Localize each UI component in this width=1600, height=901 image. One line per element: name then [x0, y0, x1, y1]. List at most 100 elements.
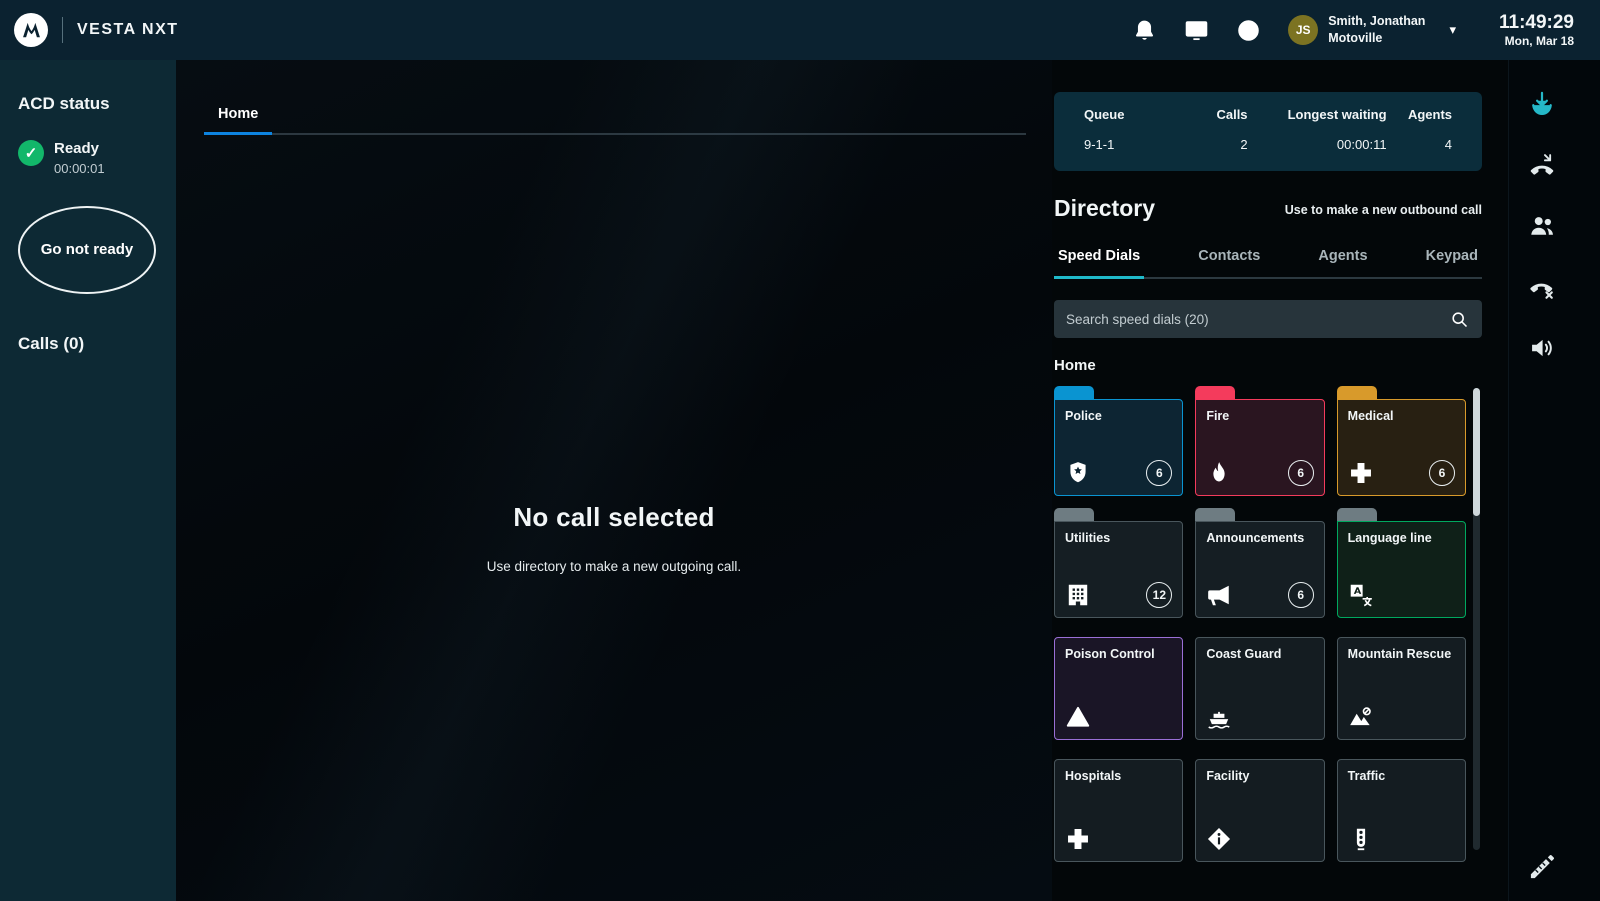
search-icon[interactable] [1449, 309, 1470, 330]
folder-body: Announcements 6 [1195, 521, 1324, 618]
chevron-down-icon[interactable]: ▾ [1449, 22, 1456, 38]
megaphone-icon [1206, 582, 1232, 608]
top-bar: VESTA NXT JS Smith, Jonathan Motoville ▾… [0, 0, 1600, 60]
empty-state-subtitle: Use directory to make a new outgoing cal… [176, 559, 1052, 574]
folder-footer: 12 [1065, 582, 1172, 608]
folder-footer [1206, 826, 1313, 852]
folder-tab [1337, 386, 1377, 399]
vesta-nxt-app: VESTA NXT JS Smith, Jonathan Motoville ▾… [0, 0, 1600, 901]
directory-tab-speed-dials[interactable]: Speed Dials [1054, 248, 1144, 279]
clock: 11:49:29 Mon, Mar 18 [1499, 11, 1574, 50]
folder-count-badge: 6 [1146, 460, 1172, 486]
top-bar-actions: JS Smith, Jonathan Motoville ▾ 11:49:29 … [1132, 11, 1574, 50]
folder-label: Fire [1206, 409, 1313, 423]
calls-section-title: Calls (0) [18, 334, 158, 354]
building-icon [1065, 582, 1091, 608]
folder-body: Traffic [1337, 759, 1466, 862]
translate-icon [1348, 582, 1374, 608]
agents-queue-button[interactable] [1528, 212, 1556, 240]
line-annotate-button[interactable] [1528, 853, 1556, 881]
brand-divider [62, 17, 63, 43]
folder-footer [1065, 826, 1172, 852]
queue-summary-card: QueueCallsLongest waitingAgents 9-1-1200… [1054, 92, 1482, 171]
workstation-monitor-icon[interactable] [1184, 18, 1209, 43]
medical-cross-icon [1348, 460, 1374, 486]
facility-diamond-icon [1206, 826, 1232, 852]
acd-state: Ready [54, 140, 105, 157]
folder-footer: 6 [1206, 582, 1313, 608]
user-menu[interactable]: JS Smith, Jonathan Motoville ▾ [1288, 13, 1456, 48]
folder-label: Hospitals [1065, 769, 1172, 783]
speed-dial-folder-medical[interactable]: Medical6 [1337, 386, 1466, 496]
call-answer-button[interactable] [1528, 90, 1556, 118]
folder-label: Coast Guard [1206, 647, 1313, 661]
police-badge-icon [1065, 460, 1091, 486]
directory-tab-keypad[interactable]: Keypad [1422, 248, 1482, 277]
folder-label: Facility [1206, 769, 1313, 783]
folder-footer [1348, 582, 1455, 608]
speed-dial-folder-fire[interactable]: Fire 6 [1195, 386, 1324, 496]
clock-time: 11:49:29 [1499, 11, 1574, 35]
folder-tab [1054, 386, 1094, 399]
volume-button[interactable] [1528, 334, 1556, 362]
folder-tab [1054, 508, 1094, 521]
queue-column-header: Agents [1387, 107, 1452, 122]
folder-count-badge: 6 [1429, 460, 1455, 486]
app-title: VESTA NXT [77, 21, 179, 39]
speed-dial-folder-police[interactable]: Police 6 [1054, 386, 1183, 496]
folder-body: Language line [1337, 521, 1466, 618]
folder-footer [1065, 704, 1172, 730]
folder-breadcrumb: Home [1054, 357, 1482, 374]
motorola-logo-icon [14, 13, 48, 47]
ship-icon [1206, 704, 1232, 730]
acd-timer: 00:00:01 [54, 161, 105, 176]
folder-footer: 6 [1348, 460, 1455, 486]
search-input[interactable] [1066, 312, 1449, 327]
medical-cross-icon [1065, 826, 1091, 852]
speed-dial-folder-utilities[interactable]: Utilities12 [1054, 508, 1183, 618]
folder-label: Police [1065, 409, 1172, 423]
grid-scrollbar-thumb[interactable] [1473, 388, 1480, 516]
speed-dial-search [1054, 300, 1482, 338]
folder-footer: 6 [1206, 460, 1313, 486]
queue-header-row: QueueCallsLongest waitingAgents [1084, 107, 1452, 122]
queue-cell: 9-1-1 [1084, 137, 1174, 152]
directory-title: Directory [1054, 195, 1155, 222]
folder-label: Announcements [1206, 531, 1313, 545]
go-not-ready-button[interactable]: Go not ready [18, 206, 156, 294]
tab-home[interactable]: Home [204, 106, 272, 135]
directory-tab-contacts[interactable]: Contacts [1194, 248, 1264, 277]
speed-dial-folder-mountain-rescue[interactable]: Mountain Rescue [1337, 630, 1466, 740]
queue-column-header: Longest waiting [1248, 107, 1387, 122]
folder-footer: 6 [1065, 460, 1172, 486]
speed-dial-folder-announcements[interactable]: Announcements 6 [1195, 508, 1324, 618]
directory-tabs: Speed Dials Contacts Agents Keypad [1054, 248, 1482, 279]
queue-row: 9-1-1200:00:114 [1084, 137, 1452, 152]
queue-column-header: Calls [1174, 107, 1248, 122]
help-icon[interactable] [1236, 18, 1261, 43]
notifications-bell-icon[interactable] [1132, 18, 1157, 43]
folder-label: Mountain Rescue [1348, 647, 1455, 661]
call-reject-button[interactable] [1528, 273, 1556, 301]
call-control-toolbar [1508, 60, 1600, 901]
queue-column-header: Queue [1084, 107, 1174, 122]
speed-dial-folder-facility[interactable]: Facility [1195, 752, 1324, 862]
folder-label: Poison Control [1065, 647, 1172, 661]
speed-dial-folder-language-line[interactable]: Language line [1337, 508, 1466, 618]
folder-tab [1337, 508, 1377, 521]
speed-dial-folder-hospitals[interactable]: Hospitals [1054, 752, 1183, 862]
speed-dial-folder-traffic[interactable]: Traffic [1337, 752, 1466, 862]
call-release-button[interactable] [1528, 151, 1556, 179]
folder-body: Fire 6 [1195, 399, 1324, 496]
folder-count-badge: 6 [1288, 460, 1314, 486]
folder-label: Traffic [1348, 769, 1455, 783]
directory-tab-agents[interactable]: Agents [1314, 248, 1371, 277]
queue-cell: 2 [1174, 137, 1248, 152]
folder-count-badge: 6 [1288, 582, 1314, 608]
acd-status-title: ACD status [18, 94, 158, 114]
speed-dial-folder-coast-guard[interactable]: Coast Guard [1195, 630, 1324, 740]
folder-tab [1195, 508, 1235, 521]
folder-body: Medical6 [1337, 399, 1466, 496]
flame-icon [1206, 460, 1232, 486]
speed-dial-folder-poison-control[interactable]: Poison Control [1054, 630, 1183, 740]
